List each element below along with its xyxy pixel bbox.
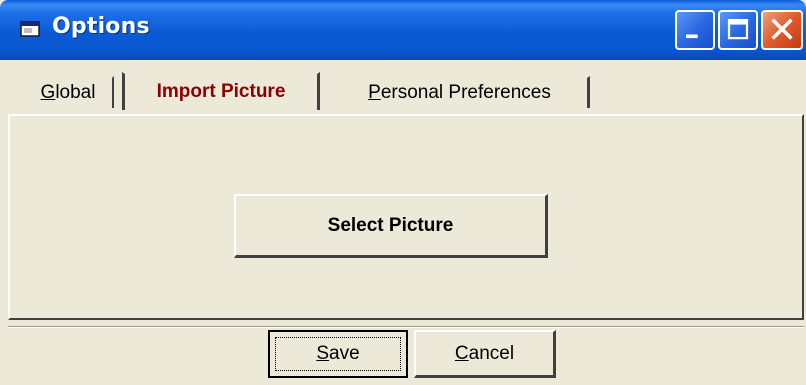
minimize-button[interactable] [675, 10, 715, 50]
options-dialog: Options Global Import Picture Personal P… [0, 0, 806, 385]
save-button[interactable]: Save [268, 330, 408, 378]
import-picture-panel: Select Picture [8, 114, 804, 320]
tab-personal-preferences-label: ersonal Preferences [380, 82, 551, 103]
save-mnemonic: S [316, 343, 330, 364]
cancel-button[interactable]: Cancel [414, 330, 556, 378]
select-picture-label: Select Picture [327, 214, 454, 236]
save-focus-rect: Save [275, 337, 401, 371]
tab-global-label: lobal [55, 82, 96, 103]
tab-personal-preferences[interactable]: Personal Preferences [330, 76, 590, 108]
tab-import-picture-label: Import Picture [156, 81, 286, 102]
minimize-icon [686, 34, 698, 39]
window-title: Options [52, 14, 150, 39]
tab-global[interactable]: Global [22, 76, 114, 108]
select-picture-button[interactable]: Select Picture [234, 194, 548, 258]
close-icon [771, 18, 793, 40]
cancel-mnemonic: C [454, 342, 469, 364]
maximize-icon [727, 18, 749, 40]
save-label: ave [329, 343, 360, 364]
close-button[interactable] [761, 10, 803, 50]
window-app-icon [20, 21, 40, 37]
tab-global-mnemonic: G [40, 82, 56, 103]
footer-divider [8, 326, 804, 328]
maximize-button[interactable] [718, 10, 758, 50]
title-bar[interactable]: Options [0, 0, 806, 60]
cancel-label: ancel [468, 342, 515, 364]
tab-personal-preferences-mnemonic: P [368, 82, 381, 103]
tab-import-picture[interactable]: Import Picture [122, 72, 320, 110]
